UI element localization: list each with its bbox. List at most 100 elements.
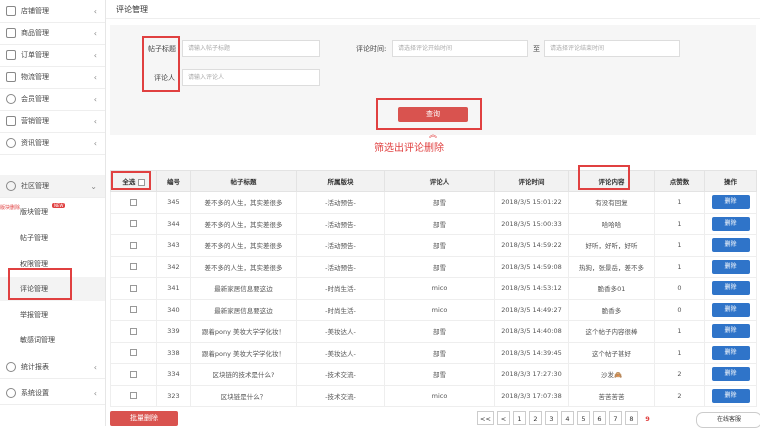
cell-time: 2018/3/5 15:01:22 bbox=[494, 191, 569, 214]
row-select[interactable] bbox=[110, 191, 157, 214]
cell-time: 2018/3/5 14:53:12 bbox=[494, 277, 569, 300]
delete-button[interactable]: 删除 bbox=[711, 238, 750, 253]
sidebar-sub-reports[interactable]: 举报管理 bbox=[0, 303, 105, 327]
row-checkbox[interactable] bbox=[130, 370, 137, 378]
row-select[interactable] bbox=[110, 234, 157, 257]
sidebar-sub-posts[interactable]: 帖子管理 bbox=[0, 226, 105, 250]
sidebar-item-label: 统计报表 bbox=[21, 363, 49, 371]
sidebar-sub-label: 帖子管理 bbox=[20, 234, 48, 242]
row-checkbox[interactable] bbox=[130, 392, 137, 400]
sidebar-item-marketing[interactable]: 营销管理 ‹ bbox=[0, 110, 105, 133]
sidebar-item-label: 资讯管理 bbox=[21, 139, 49, 147]
sidebar-item-label: 系统设置 bbox=[21, 389, 49, 397]
sidebar-item-label: 社区管理 bbox=[21, 182, 49, 190]
page-button[interactable]: 1 bbox=[513, 411, 526, 425]
column-header: 点赞数 bbox=[654, 170, 705, 192]
row-checkbox[interactable] bbox=[130, 306, 137, 314]
delete-button[interactable]: 删除 bbox=[711, 324, 750, 339]
page-button[interactable]: 5 bbox=[577, 411, 590, 425]
page-button[interactable]: << bbox=[477, 411, 494, 425]
cell-action: 删除 bbox=[704, 277, 757, 300]
cell-board: -技术交流- bbox=[296, 384, 385, 407]
row-select[interactable] bbox=[110, 255, 157, 278]
row-checkbox[interactable] bbox=[130, 327, 137, 335]
sidebar-sub-sensitive-words[interactable]: 敏感词管理 bbox=[0, 328, 105, 352]
cell-time: 2018/3/5 14:59:08 bbox=[494, 255, 569, 278]
row-checkbox[interactable] bbox=[130, 241, 137, 249]
cell-likes: 1 bbox=[654, 341, 705, 364]
delete-button[interactable]: 删除 bbox=[711, 388, 750, 403]
page-button[interactable]: 7 bbox=[609, 411, 622, 425]
row-checkbox[interactable] bbox=[130, 198, 137, 206]
chevron-left-icon: ‹ bbox=[93, 50, 97, 60]
row-checkbox[interactable] bbox=[130, 284, 137, 292]
page-button[interactable]: 8 bbox=[625, 411, 638, 425]
column-header: 操作 bbox=[704, 170, 757, 192]
sidebar-item-community[interactable]: 社区管理 ⌄ bbox=[0, 175, 105, 198]
sidebar-sub-board[interactable]: 版块管理 bbox=[0, 200, 105, 224]
page-button[interactable]: 9 bbox=[641, 411, 654, 425]
goods-icon bbox=[6, 28, 16, 38]
row-checkbox[interactable] bbox=[130, 349, 137, 357]
cell-content: 有没有回复 bbox=[568, 191, 655, 214]
delete-button[interactable]: 删除 bbox=[711, 259, 750, 274]
page-button[interactable]: 4 bbox=[561, 411, 574, 425]
commenter-input[interactable]: 请输入评论人 bbox=[182, 69, 320, 86]
cell-time: 2018/3/5 14:40:08 bbox=[494, 320, 569, 343]
delete-button[interactable]: 删除 bbox=[711, 195, 750, 210]
sidebar-item-members[interactable]: 会员管理 ‹ bbox=[0, 88, 105, 111]
store-icon bbox=[6, 6, 16, 16]
delete-button[interactable]: 删除 bbox=[711, 367, 750, 382]
cell-user: 部雪 bbox=[384, 363, 495, 386]
cell-title: 区块链是什么？ bbox=[190, 384, 297, 407]
delete-button[interactable]: 删除 bbox=[711, 281, 750, 296]
delete-button[interactable]: 删除 bbox=[711, 216, 750, 231]
user-icon bbox=[6, 94, 16, 104]
row-select[interactable] bbox=[110, 363, 157, 386]
cell-user: mico bbox=[384, 277, 495, 300]
chevron-left-icon: ‹ bbox=[93, 138, 97, 148]
page-button[interactable]: 2 bbox=[529, 411, 542, 425]
row-checkbox[interactable] bbox=[130, 220, 137, 228]
row-select[interactable] bbox=[110, 298, 157, 321]
page-button[interactable]: < bbox=[497, 411, 510, 425]
cell-title: 最新家居信息要这边 bbox=[190, 298, 297, 321]
cell-likes: 1 bbox=[654, 212, 705, 235]
page-button[interactable]: 3 bbox=[545, 411, 558, 425]
end-time-input[interactable]: 请选择评论结束时间 bbox=[544, 40, 680, 57]
row-select[interactable] bbox=[110, 384, 157, 407]
row-select[interactable] bbox=[110, 341, 157, 364]
cell-action: 删除 bbox=[704, 384, 757, 407]
table-header: 全选 编号 帖子标题 所属版块 评论人 评论时间 评论内容 点赞数 操作 bbox=[110, 170, 757, 192]
clock-icon bbox=[6, 362, 16, 372]
cell-board: -时尚生活- bbox=[296, 277, 385, 300]
batch-delete-button[interactable]: 批量删除 bbox=[110, 411, 178, 426]
start-time-input[interactable]: 请选择评论开始时间 bbox=[392, 40, 528, 57]
cell-id: 338 bbox=[156, 341, 191, 364]
table-row: 339 跟着pony 美妆大学学化妆！ -美妆达人- 部雪 2018/3/5 14:40… bbox=[110, 320, 757, 343]
sidebar-item-news[interactable]: 资讯管理 ‹ bbox=[0, 132, 105, 155]
sidebar-item-orders[interactable]: 订单管理 ‹ bbox=[0, 44, 105, 67]
row-checkbox[interactable] bbox=[130, 263, 137, 271]
cell-action: 删除 bbox=[704, 298, 757, 321]
comments-table: 全选 编号 帖子标题 所属版块 评论人 评论时间 评论内容 点赞数 操作 345… bbox=[110, 170, 757, 407]
community-icon bbox=[6, 181, 16, 191]
cell-title: 跟着pony 美妆大学学化妆！ bbox=[190, 320, 297, 343]
table-row: 323 区块链是什么？ -技术交流-mico 2018/3/3 17:07:38 苦苦苦… bbox=[110, 384, 757, 407]
cell-user: mico bbox=[384, 298, 495, 321]
post-title-input[interactable]: 请输入帖子标题 bbox=[182, 40, 320, 57]
sidebar-item-stats[interactable]: 统计报表 ‹ bbox=[0, 356, 105, 379]
page-button[interactable]: 6 bbox=[593, 411, 606, 425]
orders-icon bbox=[6, 50, 16, 60]
row-select[interactable] bbox=[110, 320, 157, 343]
sidebar-item-logistics[interactable]: 物流管理 ‹ bbox=[0, 66, 105, 89]
delete-button[interactable]: 删除 bbox=[711, 345, 750, 360]
sidebar-item-store[interactable]: 店铺管理 ‹ bbox=[0, 0, 105, 23]
sidebar-item-label: 店铺管理 bbox=[21, 7, 49, 15]
sidebar-item-settings[interactable]: 系统设置 ‹ bbox=[0, 382, 105, 405]
row-select[interactable] bbox=[110, 212, 157, 235]
chevron-left-icon: ‹ bbox=[93, 362, 97, 372]
delete-button[interactable]: 删除 bbox=[711, 302, 750, 317]
sidebar-item-goods[interactable]: 商品管理 ‹ bbox=[0, 22, 105, 45]
row-select[interactable] bbox=[110, 277, 157, 300]
